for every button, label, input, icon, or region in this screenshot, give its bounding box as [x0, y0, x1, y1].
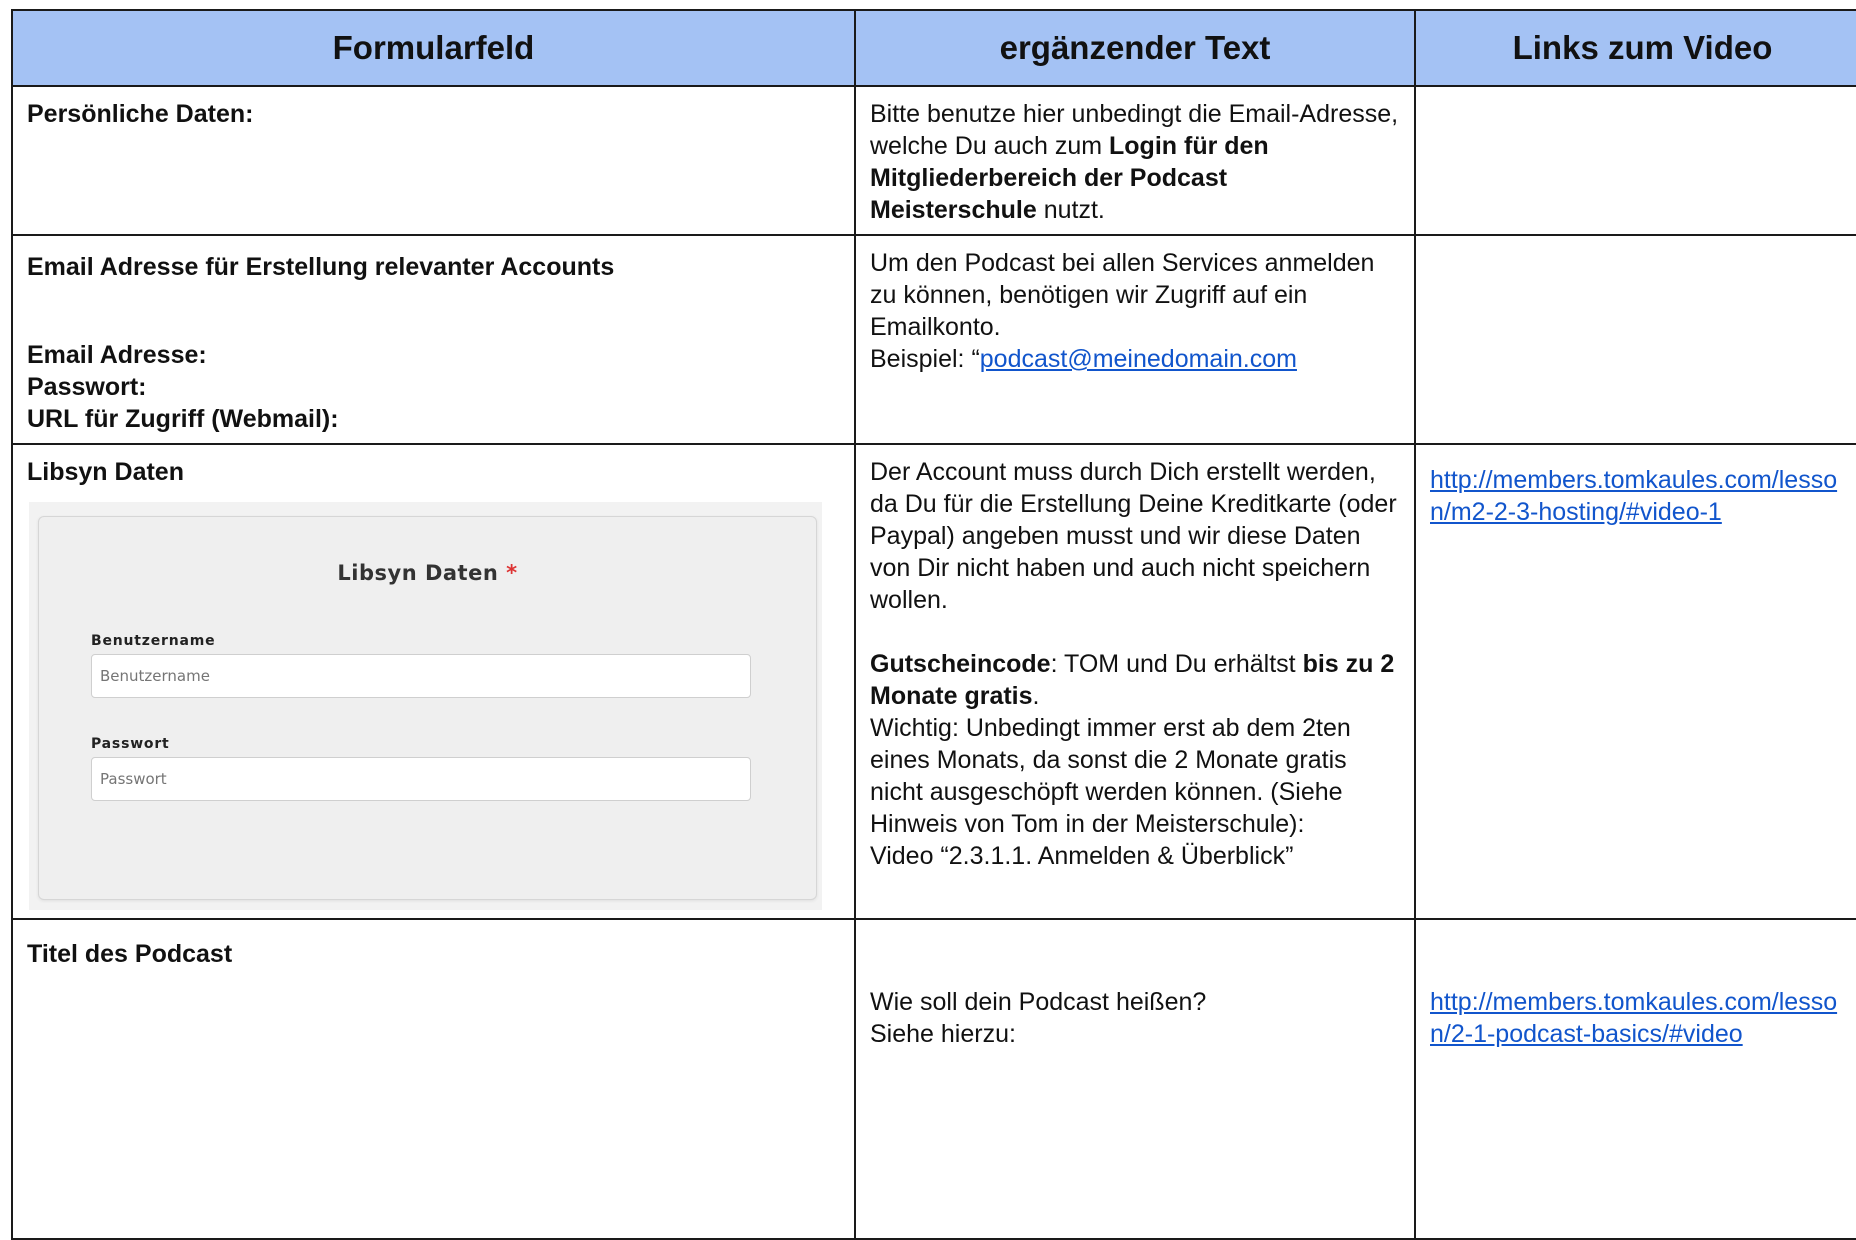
- voucher-paragraph: Gutscheincode: TOM und Du erhältst bis z…: [870, 648, 1400, 712]
- field-label: Libsyn Daten: [27, 458, 184, 486]
- text-cell: Wie soll dein Podcast heißen? Siehe hier…: [854, 918, 1416, 1240]
- info-paragraph: Der Account muss durch Dich erstellt wer…: [870, 458, 1397, 614]
- username-label: Benutzername: [91, 633, 216, 649]
- subfield-webmail-url: URL für Zugriff (Webmail):: [27, 405, 339, 433]
- libsyn-form-panel: Libsyn Daten * Benutzername Passwort: [38, 516, 817, 900]
- text-cell: Um den Podcast bei allen Services anmeld…: [854, 234, 1416, 445]
- header-links-zum-video: Links zum Video: [1414, 9, 1856, 87]
- voucher-label: Gutscheincode: [870, 650, 1051, 678]
- voucher-text: : TOM und Du erhältst: [1050, 650, 1303, 678]
- field-label: Email Adresse für Erstellung relevanter …: [27, 253, 615, 281]
- table-row: Persönliche Daten: Bitte benutze hier un…: [11, 85, 1856, 236]
- info-text: Wie soll dein Podcast heißen?: [870, 988, 1207, 1016]
- form-table: Formularfeld ergänzender Text Links zum …: [11, 9, 1856, 1240]
- header-formularfeld: Formularfeld: [11, 9, 856, 87]
- voucher-end: .: [1032, 682, 1040, 710]
- password-label: Passwort: [91, 736, 170, 752]
- table-row: Email Adresse für Erstellung relevanter …: [11, 234, 1856, 445]
- table-row: Titel des Podcast Wie soll dein Podcast …: [11, 918, 1856, 1240]
- link-cell: [1414, 85, 1856, 236]
- info-paragraph: Video “2.3.1.1. Anmelden & Überblick”: [870, 842, 1294, 870]
- field-cell: Persönliche Daten:: [11, 85, 856, 236]
- text-cell: Der Account muss durch Dich erstellt wer…: [854, 443, 1416, 920]
- field-cell: Libsyn Daten Libsyn Daten * Benutzername…: [11, 443, 856, 920]
- required-mark: *: [506, 561, 518, 585]
- header-ergaenzender-text: ergänzender Text: [854, 9, 1416, 87]
- link-cell: http://members.tomkaules.com/lesson/m2-2…: [1414, 443, 1856, 920]
- video-link: [1416, 236, 1856, 255]
- field-cell: Email Adresse für Erstellung relevanter …: [11, 234, 856, 445]
- field-cell: Titel des Podcast: [11, 918, 856, 1240]
- info-text: Bitte benutze hier unbedingt die Email-A…: [856, 87, 1414, 234]
- username-input[interactable]: [91, 654, 751, 698]
- example-email-link[interactable]: podcast@meinedomain.com: [980, 345, 1297, 373]
- subfield-email: Email Adresse:: [27, 341, 207, 369]
- info-text: Um den Podcast bei allen Services anmeld…: [870, 249, 1375, 341]
- libsyn-title-text: Libsyn Daten: [337, 561, 499, 585]
- video-link: [1416, 87, 1856, 106]
- libsyn-form-title: Libsyn Daten *: [39, 561, 816, 585]
- table-header-row: Formularfeld ergänzender Text Links zum …: [11, 9, 1856, 87]
- text-cell: Bitte benutze hier unbedingt die Email-A…: [854, 85, 1416, 236]
- link-cell: http://members.tomkaules.com/lesson/2-1-…: [1414, 918, 1856, 1240]
- info-text-part: nutzt.: [1036, 196, 1105, 224]
- info-text: Siehe hierzu:: [870, 1020, 1016, 1048]
- password-input[interactable]: [91, 757, 751, 801]
- video-link[interactable]: http://members.tomkaules.com/lesson/m2-2…: [1430, 466, 1837, 526]
- field-label: Persönliche Daten:: [27, 100, 254, 128]
- table-row: Libsyn Daten Libsyn Daten * Benutzername…: [11, 443, 1856, 920]
- video-link[interactable]: http://members.tomkaules.com/lesson/2-1-…: [1430, 988, 1837, 1048]
- link-cell: [1414, 234, 1856, 445]
- info-paragraph: Wichtig: Unbedingt immer erst ab dem 2te…: [870, 714, 1351, 838]
- subfield-password: Passwort:: [27, 373, 147, 401]
- libsyn-form-screenshot: Libsyn Daten * Benutzername Passwort: [29, 502, 822, 910]
- field-label: Titel des Podcast: [27, 940, 233, 968]
- example-prefix: Beispiel: “: [870, 345, 980, 373]
